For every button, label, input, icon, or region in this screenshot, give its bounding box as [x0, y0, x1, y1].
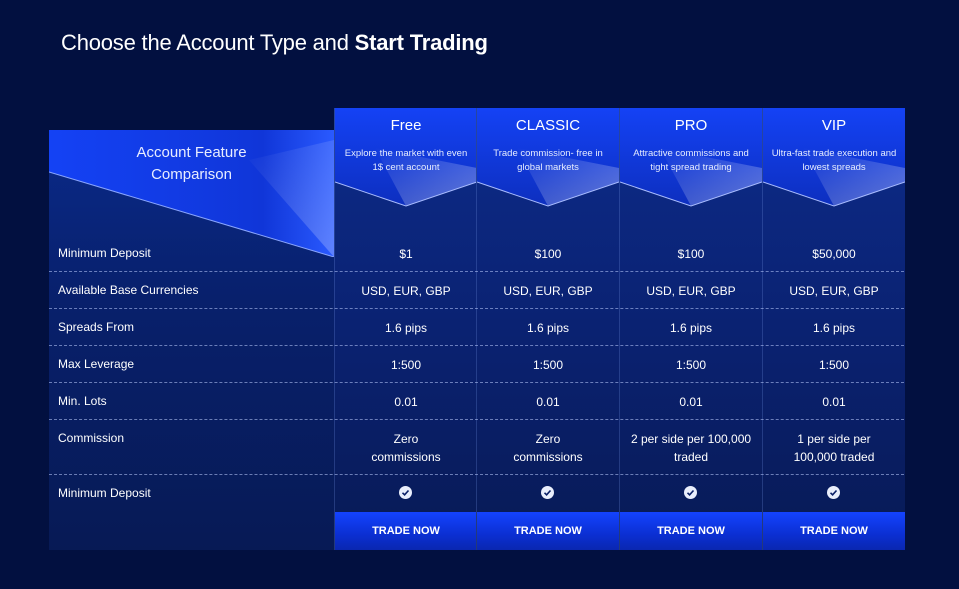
row-divider — [49, 308, 904, 309]
cell-minimum-deposit: $50,000 — [812, 247, 856, 261]
check-circle-icon — [399, 486, 412, 499]
commission-line-2: commissions — [513, 450, 583, 464]
commission-line-1: Zero — [393, 432, 419, 446]
row-divider — [49, 271, 904, 272]
cell-base-currencies: USD, EUR, GBP — [503, 284, 593, 298]
row-label-base-currencies: Available Base Currencies — [58, 283, 199, 297]
trade-now-button-pro[interactable]: TRADE NOW — [620, 512, 762, 550]
commission-line-2: 100,000 traded — [793, 450, 875, 464]
plan-description: Ultra-fast trade execution and lowest sp… — [771, 148, 897, 173]
cell-max-leverage: 1:500 — [675, 358, 707, 372]
cell-minimum-deposit: $100 — [534, 247, 562, 261]
cell-max-leverage: 1:500 — [390, 358, 422, 372]
commission-line-1: 2 per side per 100,000 — [630, 432, 752, 446]
cell-commission: 2 per side per 100,000 traded — [620, 430, 762, 466]
cell-min-lots: 0.01 — [394, 395, 418, 409]
cell-base-currencies: USD, EUR, GBP — [361, 284, 451, 298]
plan-column-classic: CLASSIC Trade commission- free in global… — [476, 108, 619, 550]
plan-description: Attractive commissions and tight spread … — [633, 148, 749, 173]
cell-commission: Zero commissions — [335, 430, 477, 466]
commission-line-1: 1 per side per — [797, 432, 871, 446]
cell-minimum-deposit: $1 — [399, 247, 413, 261]
plan-name: Free — [390, 117, 422, 134]
check-circle-icon — [684, 486, 697, 499]
cell-min-lots: 0.01 — [679, 395, 703, 409]
row-label-minimum-deposit-check: Minimum Deposit — [58, 486, 151, 500]
row-label-max-leverage: Max Leverage — [58, 357, 135, 371]
plan-column-free: Free Explore the market with even 1$ cen… — [334, 108, 477, 550]
check-circle-icon — [541, 486, 554, 499]
corner-title: Account Feature Comparison — [109, 142, 274, 186]
cell-min-lots: 0.01 — [536, 395, 560, 409]
commission-line-2: traded — [673, 450, 709, 464]
trade-now-button-classic[interactable]: TRADE NOW — [477, 512, 619, 550]
row-label-minimum-deposit: Minimum Deposit — [58, 246, 151, 260]
title-bold-text: Start Trading — [354, 30, 488, 55]
corner-title-line-2: Comparison — [151, 166, 232, 183]
page-title: Choose the Account Type and Start Tradin… — [61, 30, 488, 56]
row-divider — [49, 382, 904, 383]
cell-spreads-from: 1.6 pips — [669, 321, 713, 335]
cell-minimum-deposit: $100 — [677, 247, 705, 261]
plan-column-vip: VIP Ultra-fast trade execution and lowes… — [762, 108, 905, 550]
row-divider — [49, 419, 904, 420]
feature-labels-column: Account Feature Comparison Minimum Depos… — [49, 130, 334, 550]
cell-spreads-from: 1.6 pips — [812, 321, 856, 335]
plan-description: Trade commission- free in global markets — [493, 148, 603, 173]
cell-spreads-from: 1.6 pips — [384, 321, 428, 335]
trade-now-button-free[interactable]: TRADE NOW — [335, 512, 477, 550]
cell-spreads-from: 1.6 pips — [526, 321, 570, 335]
title-text: Choose the Account Type and — [61, 30, 355, 55]
plan-column-pro: PRO Attractive commissions and tight spr… — [619, 108, 762, 550]
plan-name: VIP — [821, 117, 847, 134]
trade-now-button-vip[interactable]: TRADE NOW — [763, 512, 905, 550]
cell-base-currencies: USD, EUR, GBP — [789, 284, 879, 298]
commission-line-1: Zero — [535, 432, 561, 446]
cell-commission: Zero commissions — [477, 430, 619, 466]
cell-base-currencies: USD, EUR, GBP — [646, 284, 736, 298]
cell-min-lots: 0.01 — [822, 395, 846, 409]
cell-max-leverage: 1:500 — [532, 358, 564, 372]
commission-line-2: commissions — [371, 450, 441, 464]
row-label-commission: Commission — [58, 431, 125, 445]
row-label-spreads-from: Spreads From — [58, 320, 135, 334]
plan-name: CLASSIC — [515, 117, 581, 134]
cell-commission: 1 per side per 100,000 traded — [763, 430, 905, 466]
cell-max-leverage: 1:500 — [818, 358, 850, 372]
row-divider — [49, 474, 904, 475]
check-circle-icon — [827, 486, 840, 499]
row-divider — [49, 345, 904, 346]
plan-name: PRO — [674, 117, 708, 134]
corner-title-line-1: Account Feature — [136, 144, 247, 161]
plan-description: Explore the market with even 1$ cent acc… — [344, 148, 468, 173]
row-label-min-lots: Min. Lots — [58, 394, 107, 408]
